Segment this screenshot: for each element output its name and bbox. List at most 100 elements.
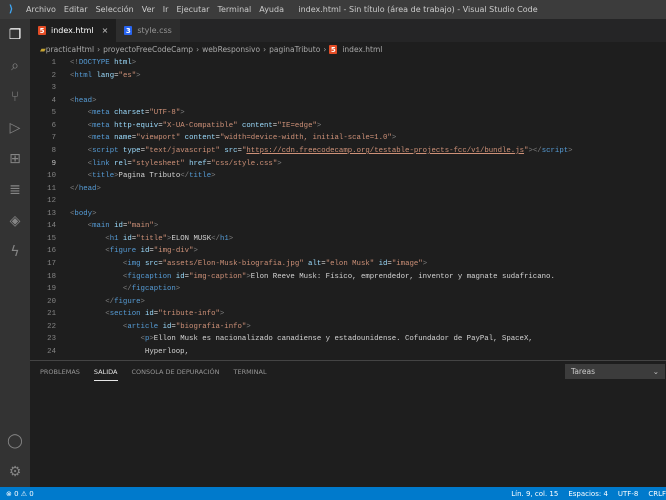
code-token: "viewport" — [136, 134, 181, 143]
database-icon[interactable]: ≣ — [0, 174, 30, 205]
code-line: 21 <section id="tribute-info"> — [30, 308, 666, 321]
code-token: alt — [303, 260, 322, 268]
code-token: title — [92, 172, 115, 181]
problems-status[interactable]: ⊗ 0 ⚠ 0 — [6, 490, 34, 498]
code-token: figure — [114, 297, 141, 306]
run-debug-icon[interactable]: ▷ — [0, 112, 30, 143]
layers-icon[interactable]: ◈ — [0, 205, 30, 236]
line-number: 23 — [47, 335, 56, 344]
html-file-icon: 5 — [329, 45, 338, 54]
code-editor[interactable]: 1 <!DOCTYPE html> 2 <html lang="es"> 3 4 <head… — [30, 57, 666, 360]
code-line: 20 </figure> — [30, 296, 666, 309]
code-token: id — [140, 310, 154, 319]
code-token: </ — [122, 285, 132, 294]
code-line: 23 <p>Ellon Musk es nacionalizado canadi… — [30, 333, 666, 346]
panel-tab-consola[interactable]: CONSOLA DE DEPURACIÓN — [132, 364, 220, 380]
line-number: 22 — [47, 322, 56, 331]
code-token: link — [92, 159, 110, 168]
tab-label: style.css — [137, 26, 172, 35]
code-text: </figure> — [70, 296, 145, 309]
line-number: 3 — [51, 84, 56, 93]
close-icon[interactable]: × — [102, 26, 109, 35]
code-line: 7 <meta name="viewport" content="width=d… — [30, 132, 666, 145]
breadcrumb-item[interactable]: proyectoFreeCodeCamp — [103, 45, 193, 54]
menu-terminal[interactable]: Terminal — [217, 5, 251, 14]
code-token: "assets/Elon-Musk-biografia.jpg" — [162, 260, 304, 268]
code-token: title — [189, 172, 212, 181]
code-token: "image" — [391, 260, 423, 268]
line-number: 12 — [47, 197, 56, 206]
extensions-icon[interactable]: ⊞ — [0, 143, 30, 174]
code-text: <meta name="viewport" content="width=dev… — [70, 132, 397, 145]
menu-ayuda[interactable]: Ayuda — [259, 5, 284, 14]
indentation[interactable]: Espacios: 4 — [568, 490, 608, 498]
source-control-icon[interactable]: ⑂ — [0, 81, 30, 112]
files-icon[interactable]: ❐ — [0, 19, 30, 50]
encoding[interactable]: UTF-8 — [618, 490, 638, 498]
end-of-line[interactable]: CRLF — [648, 490, 666, 498]
panel-tab-problemas[interactable]: PROBLEMAS — [40, 364, 80, 380]
line-number: 8 — [51, 146, 56, 155]
menu-archivo[interactable]: Archivo — [26, 5, 56, 14]
breadcrumb-item[interactable]: webResponsivo — [202, 45, 260, 54]
code-text: <body> — [70, 208, 96, 221]
panel-tab-salida[interactable]: SALIDA — [93, 364, 118, 381]
code-text: </figcaption> — [70, 283, 180, 296]
title-bar: ⟩ Archivo Editar Selección Ver Ir Ejecutar Ter… — [0, 0, 666, 19]
menu-editar[interactable]: Editar — [64, 5, 88, 14]
account-icon[interactable]: ◯ — [0, 425, 30, 456]
code-text: <meta charset="UTF-8"> — [70, 107, 185, 120]
menu-selección[interactable]: Selección — [96, 5, 134, 14]
line-number: 21 — [47, 310, 56, 319]
breadcrumb-item[interactable]: index.html — [342, 45, 382, 54]
code-token: ELON MUSK — [171, 234, 212, 243]
menu-ejecutar[interactable]: Ejecutar — [176, 5, 209, 14]
code-token: script — [541, 146, 569, 155]
line-number: 13 — [47, 209, 56, 218]
code-line: 9 <link rel="stylesheet" href="css/style… — [30, 158, 666, 171]
html-file-icon: 5 — [38, 26, 46, 35]
panel-tab-terminal[interactable]: TERMINAL — [234, 364, 267, 380]
chevron-right-icon: › — [97, 45, 101, 54]
menu-ir[interactable]: Ir — [163, 5, 169, 14]
code-text: <!DOCTYPE html> — [70, 57, 136, 70]
breadcrumb-item[interactable]: paginaTributo — [269, 45, 320, 54]
code-text: <img src="assets/Elon-Musk-biografia.jpg… — [70, 258, 427, 271]
code-token: html — [109, 59, 132, 67]
code-token: main — [92, 222, 110, 231]
code-token: "css/style.css" — [211, 159, 278, 168]
gear-icon[interactable]: ⚙ — [0, 456, 30, 487]
code-text: <figcaption id="img-caption">Elon Reeve … — [70, 271, 555, 284]
breadcrumb-item[interactable]: practicaHtml — [46, 45, 94, 54]
css-file-icon: 3 — [124, 26, 133, 35]
menu-ver[interactable]: Ver — [142, 5, 155, 14]
search-icon[interactable]: ⌕ — [0, 50, 30, 81]
output-channel-select[interactable]: Tareas ⌄ — [565, 364, 665, 379]
code-token: </ — [70, 184, 79, 193]
code-line: 10 <title>Pagina Tributo</title> — [30, 170, 666, 183]
code-line: 3 — [30, 82, 666, 95]
code-token: src — [140, 260, 159, 268]
code-token: head — [74, 96, 93, 105]
code-token: lang — [92, 71, 115, 80]
code-token: "es" — [118, 71, 137, 80]
code-token: > — [140, 297, 145, 306]
code-token: > — [211, 172, 216, 181]
tab-index-html[interactable]: 5 index.html × — [30, 19, 117, 42]
code-token: figcaption — [131, 285, 176, 294]
line-number: 6 — [51, 121, 56, 130]
chevron-down-icon: ⌄ — [652, 367, 659, 376]
code-line: 24 Hyperloop, — [30, 346, 666, 359]
code-token: "img-caption" — [189, 272, 247, 281]
code-token: id — [374, 260, 388, 268]
code-token: Pagina Tributo — [118, 172, 181, 181]
code-token: id — [109, 222, 123, 231]
cursor-position[interactable]: Lín. 9, col. 15 — [511, 490, 558, 498]
lightning-icon[interactable]: ϟ — [0, 236, 30, 267]
tab-style-css[interactable]: 3 style.css — [116, 19, 180, 42]
